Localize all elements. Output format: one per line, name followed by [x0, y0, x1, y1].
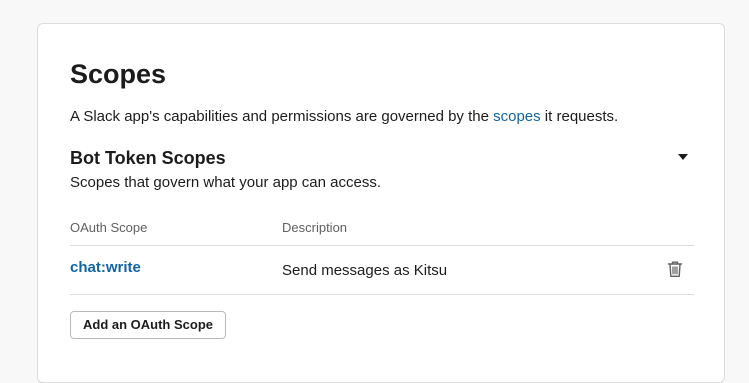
table-row: chat:write Send messages as Kitsu	[70, 246, 694, 295]
add-oauth-scope-button[interactable]: Add an OAuth Scope	[70, 311, 226, 339]
scope-description: Send messages as Kitsu	[282, 262, 448, 279]
trash-icon[interactable]	[667, 260, 683, 278]
scopes-intro: A Slack app's capabilities and permissio…	[70, 106, 618, 128]
intro-text-after: it requests.	[540, 108, 619, 125]
caret-down-icon[interactable]	[676, 151, 690, 163]
scopes-link[interactable]: scopes	[493, 108, 541, 125]
table-header: OAuth Scope Description	[70, 214, 694, 246]
column-header-description: Description	[282, 220, 348, 235]
column-header-oauth-scope: OAuth Scope	[70, 220, 148, 235]
scope-name-link[interactable]: chat:write	[70, 258, 141, 278]
page-title: Scopes	[70, 59, 167, 89]
scopes-card: Scopes A Slack app's capabilities and pe…	[37, 23, 725, 383]
intro-text-before: A Slack app's capabilities and permissio…	[70, 108, 494, 125]
scopes-table: OAuth Scope Description chat:write Send …	[70, 214, 694, 295]
bot-token-scopes-title: Bot Token Scopes	[70, 148, 226, 168]
bot-token-scopes-description: Scopes that govern what your app can acc…	[70, 174, 382, 191]
